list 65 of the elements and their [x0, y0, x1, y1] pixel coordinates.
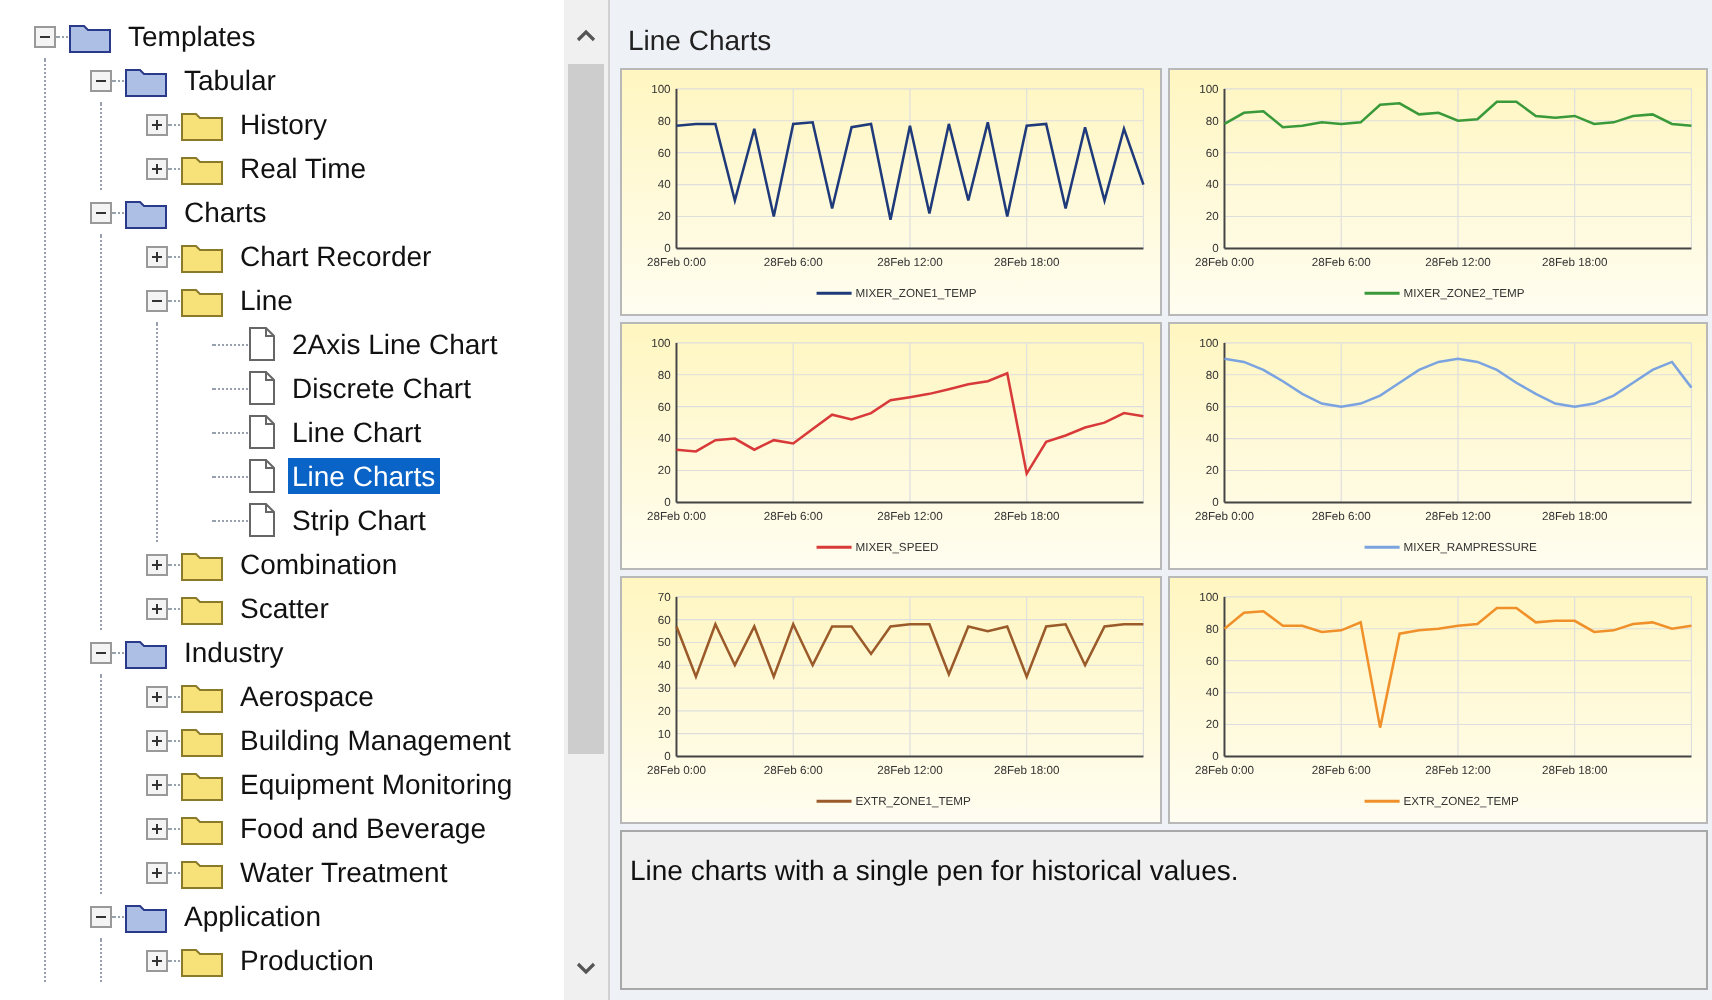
collapse-icon[interactable]	[146, 289, 168, 311]
document-icon	[248, 414, 276, 450]
expand-icon[interactable]	[146, 685, 168, 707]
collapse-icon[interactable]	[34, 25, 56, 47]
tree-item[interactable]: Templates	[124, 18, 260, 54]
folder-icon	[180, 679, 224, 713]
folder-icon	[68, 19, 112, 53]
folder-icon	[180, 239, 224, 273]
tree-item[interactable]: Equipment Monitoring	[236, 766, 517, 802]
folder-icon	[180, 767, 224, 801]
tree-item[interactable]: Building Management	[236, 722, 515, 758]
tree-item[interactable]: Chart Recorder	[236, 238, 436, 274]
tree-item[interactable]: History	[236, 106, 332, 142]
collapse-icon[interactable]	[90, 201, 112, 223]
tree-item[interactable]: Aerospace	[236, 678, 378, 714]
tree-item[interactable]: Combination	[236, 546, 402, 582]
document-icon	[248, 326, 276, 362]
folder-icon	[180, 811, 224, 845]
document-icon	[248, 502, 276, 538]
tree-item[interactable]: 2Axis Line Chart	[288, 326, 502, 362]
scroll-thumb[interactable]	[568, 64, 604, 754]
folder-icon	[180, 107, 224, 141]
tree-item[interactable]: Food and Beverage	[236, 810, 490, 846]
tree-item[interactable]: Line Chart	[288, 414, 426, 450]
tree-item[interactable]: Production	[236, 942, 378, 978]
expand-icon[interactable]	[146, 729, 168, 751]
folder-icon	[124, 635, 168, 669]
description-text: Line charts with a single pen for historical values.	[630, 854, 1239, 886]
folder-icon	[124, 899, 168, 933]
tree-item[interactable]: Strip Chart	[288, 502, 430, 538]
tree-item[interactable]: Water Treatment	[236, 854, 452, 890]
tree-item[interactable]: Industry	[180, 634, 288, 670]
folder-icon	[180, 591, 224, 625]
tree-item[interactable]: Discrete Chart	[288, 370, 475, 406]
collapse-icon[interactable]	[90, 69, 112, 91]
folder-icon	[180, 283, 224, 317]
expand-icon[interactable]	[146, 597, 168, 619]
tree-item[interactable]: Line Charts	[288, 458, 440, 494]
folder-icon	[180, 151, 224, 185]
expand-icon[interactable]	[146, 157, 168, 179]
folder-icon	[180, 723, 224, 757]
tree-item[interactable]: Scatter	[236, 590, 333, 626]
folder-icon	[180, 855, 224, 889]
expand-icon[interactable]	[146, 113, 168, 135]
tree-item[interactable]: Application	[180, 898, 325, 934]
tree-item[interactable]: Line	[236, 282, 297, 318]
tree-item[interactable]: Real Time	[236, 150, 371, 186]
folder-icon	[180, 943, 224, 977]
folder-icon	[180, 547, 224, 581]
expand-icon[interactable]	[146, 773, 168, 795]
document-icon	[248, 370, 276, 406]
expand-icon[interactable]	[146, 949, 168, 971]
collapse-icon[interactable]	[90, 641, 112, 663]
expand-icon[interactable]	[146, 553, 168, 575]
document-icon	[248, 458, 276, 494]
expand-icon[interactable]	[146, 245, 168, 267]
folder-icon	[124, 195, 168, 229]
preview-title: Line Charts	[626, 22, 774, 60]
scrollbar[interactable]	[564, 0, 608, 1000]
folder-icon	[124, 63, 168, 97]
tree-item[interactable]: Tabular	[180, 62, 280, 98]
expand-icon[interactable]	[146, 817, 168, 839]
collapse-icon[interactable]	[90, 905, 112, 927]
expand-icon[interactable]	[146, 861, 168, 883]
tree-item[interactable]: Charts	[180, 194, 271, 230]
